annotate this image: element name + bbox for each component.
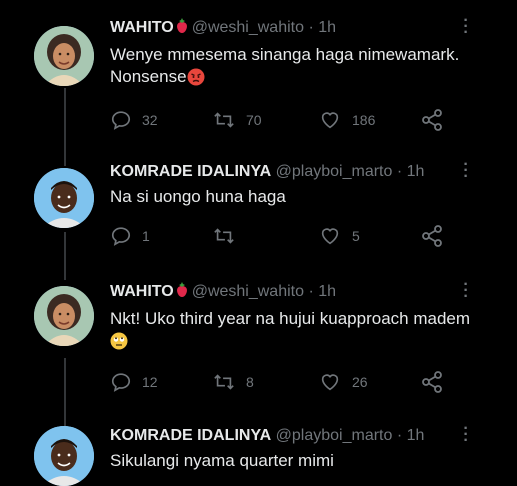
tweet-header: KOMRADE IDALINYA @playboi_marto · 1h xyxy=(110,162,487,182)
reply-button[interactable]: 12 xyxy=(110,370,158,394)
reply-count: 32 xyxy=(142,112,158,128)
timestamp[interactable]: 1h xyxy=(318,283,336,300)
retweet-icon xyxy=(214,112,234,128)
tweet-text: Wenye mmesema sinanga haga nimewamark. N… xyxy=(110,44,487,92)
avatar-komrade-idalinya[interactable] xyxy=(34,426,94,486)
like-count: 5 xyxy=(352,228,360,244)
display-name[interactable]: WAHITO xyxy=(110,19,174,36)
tweet-header: WAHITO @weshi_wahito · 1h xyxy=(110,18,487,40)
avatar-komrade-idalinya[interactable] xyxy=(34,168,94,228)
share-icon xyxy=(422,109,442,131)
timestamp[interactable]: 1h xyxy=(318,19,336,36)
tweet[interactable]: KOMRADE IDALINYA @playboi_marto · 1h · · ·… xyxy=(0,150,517,270)
separator: · xyxy=(396,163,403,180)
share-button[interactable] xyxy=(420,370,454,394)
tweet-header: KOMRADE IDALINYA @playboi_marto · 1h xyxy=(110,426,487,446)
tweet-text-content: Na si uongo huna haga xyxy=(110,187,286,206)
reply-icon xyxy=(111,227,131,246)
like-button[interactable]: 26 xyxy=(318,370,368,394)
display-name[interactable]: KOMRADE IDALINYA xyxy=(110,427,271,444)
handle[interactable]: @weshi_wahito xyxy=(192,283,304,300)
separator: · xyxy=(308,19,314,36)
reply-icon xyxy=(111,111,131,130)
like-count: 26 xyxy=(352,374,368,390)
retweet-button[interactable] xyxy=(212,224,246,248)
timestamp[interactable]: 1h xyxy=(407,427,425,444)
retweet-button[interactable]: 8 xyxy=(212,370,254,394)
more-options-icon[interactable]: · · · xyxy=(463,13,469,41)
eye-roll-face-icon xyxy=(110,332,128,356)
tweet-actions: 12 8 26 xyxy=(110,370,490,394)
tweet-actions: 32 70 186 xyxy=(110,108,490,132)
tweet-text: Nkt! Uko third year na hujui kuapproach … xyxy=(110,308,487,356)
tweet-text: Na si uongo huna haga xyxy=(110,186,487,208)
handle[interactable]: @playboi_marto xyxy=(276,427,393,444)
share-button[interactable] xyxy=(420,108,454,132)
heart-icon xyxy=(321,112,339,129)
tweet[interactable]: WAHITO @weshi_wahito · 1h · · · Wenye mmese… xyxy=(0,0,517,150)
reply-icon xyxy=(111,373,131,392)
retweet-count: 8 xyxy=(246,374,254,390)
more-options-icon[interactable]: · · · xyxy=(463,421,469,449)
handle[interactable]: @playboi_marto xyxy=(276,163,393,180)
reply-button[interactable]: 1 xyxy=(110,224,150,248)
heart-icon xyxy=(321,228,339,245)
tweet-text: Sikulangi nyama quarter mimi xyxy=(110,450,487,472)
separator: · xyxy=(308,283,314,300)
retweet-button[interactable]: 70 xyxy=(212,108,262,132)
avatar-wahito[interactable] xyxy=(34,286,94,346)
strawberry-icon xyxy=(175,282,189,304)
more-options-icon[interactable]: · · · xyxy=(463,157,469,185)
handle[interactable]: @weshi_wahito xyxy=(192,19,304,36)
avatar-wahito[interactable] xyxy=(34,26,94,86)
reply-button[interactable]: 32 xyxy=(110,108,158,132)
tweet-text-content: Wenye mmesema sinanga haga nimewamark. N… xyxy=(110,45,460,86)
tweet[interactable]: WAHITO @weshi_wahito · 1h · · · Nkt! Uko th… xyxy=(0,270,517,410)
tweet-text-content: Sikulangi nyama quarter mimi xyxy=(110,451,334,470)
like-button[interactable]: 5 xyxy=(318,224,360,248)
share-button[interactable] xyxy=(420,224,454,248)
tweet[interactable]: KOMRADE IDALINYA @playboi_marto · 1h · · ·… xyxy=(0,410,517,486)
tweet-text-content: Nkt! Uko third year na hujui kuapproach … xyxy=(110,309,471,328)
more-options-icon[interactable]: · · · xyxy=(463,277,469,305)
reply-count: 12 xyxy=(142,374,158,390)
retweet-icon xyxy=(214,228,234,244)
reply-count: 1 xyxy=(142,228,150,244)
like-button[interactable]: 186 xyxy=(318,108,375,132)
retweet-icon xyxy=(214,374,234,390)
angry-face-icon xyxy=(187,68,205,92)
retweet-count: 70 xyxy=(246,112,262,128)
heart-icon xyxy=(321,374,339,391)
like-count: 186 xyxy=(352,112,376,128)
tweet-header: WAHITO @weshi_wahito · 1h xyxy=(110,282,487,304)
timestamp[interactable]: 1h xyxy=(407,163,425,180)
share-icon xyxy=(422,225,442,247)
tweet-actions: 1 5 xyxy=(110,224,490,248)
separator: · xyxy=(396,427,403,444)
strawberry-icon xyxy=(175,18,189,40)
share-icon xyxy=(422,371,442,393)
display-name[interactable]: WAHITO xyxy=(110,283,174,300)
display-name[interactable]: KOMRADE IDALINYA xyxy=(110,163,271,180)
